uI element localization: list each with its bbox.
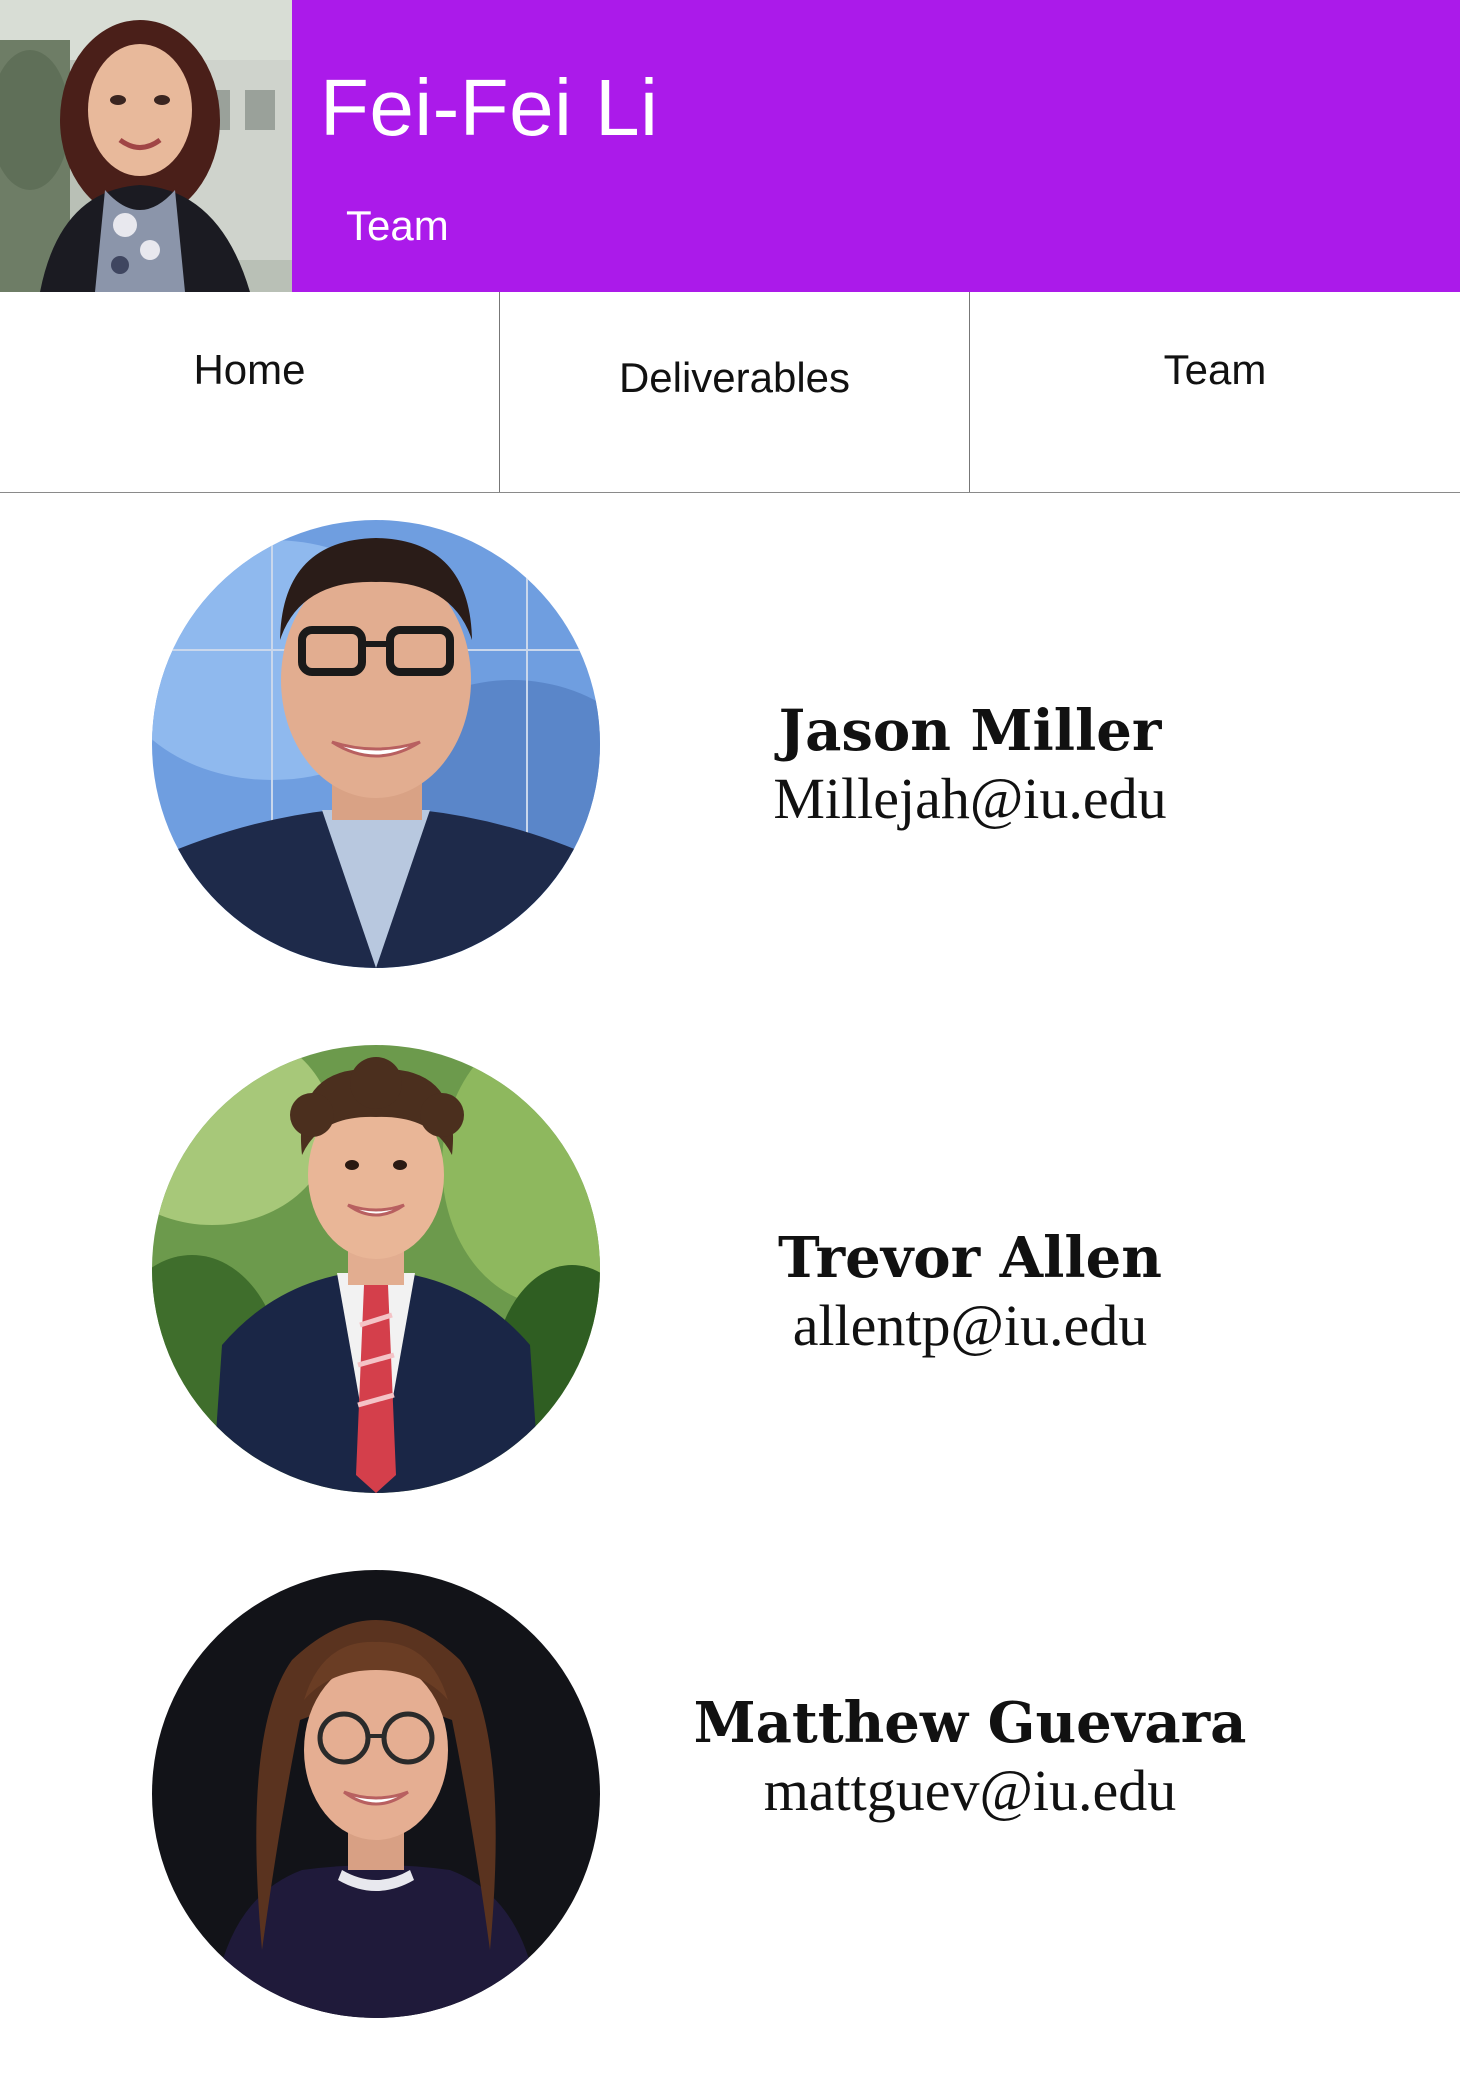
site-header: Fei-Fei Li Team (0, 0, 1460, 292)
site-subtitle: Team (346, 202, 449, 249)
member-name: Jason Miller (778, 698, 1162, 764)
header-banner: Fei-Fei Li Team (292, 0, 1460, 292)
team-member-card: Matthew Guevara mattguev@iu.edu (0, 1570, 1460, 2020)
main-nav: Home Deliverables Team (0, 292, 1460, 493)
header-portrait-photo (0, 0, 292, 292)
site-title: Fei-Fei Li (320, 63, 659, 152)
member-avatar-photo (152, 1045, 600, 1493)
nav-item-team-label: Team (1163, 346, 1267, 393)
team-member-card: Trevor Allen allentp@iu.edu (0, 1045, 1460, 1495)
nav-item-team[interactable]: Team (969, 292, 1460, 492)
nav-item-deliverables[interactable]: Deliverables (499, 292, 969, 492)
member-info: Jason Miller Millejah@iu.edu (600, 698, 1340, 834)
member-email-link[interactable]: allentp@iu.edu (600, 1291, 1340, 1361)
member-email-link[interactable]: Millejah@iu.edu (600, 764, 1340, 834)
member-name: Matthew Guevara (693, 1690, 1247, 1756)
member-avatar-photo (152, 520, 600, 968)
member-info: Trevor Allen allentp@iu.edu (600, 1225, 1340, 1361)
member-avatar-photo (152, 1570, 600, 2018)
member-email-link[interactable]: mattguev@iu.edu (600, 1756, 1340, 1826)
team-member-card: Jason Miller Millejah@iu.edu (0, 520, 1460, 970)
nav-item-home[interactable]: Home (0, 292, 499, 492)
nav-item-home-label: Home (193, 346, 306, 393)
member-info: Matthew Guevara mattguev@iu.edu (600, 1690, 1340, 1826)
nav-item-deliverables-label: Deliverables (618, 354, 851, 401)
member-name: Trevor Allen (778, 1225, 1162, 1291)
